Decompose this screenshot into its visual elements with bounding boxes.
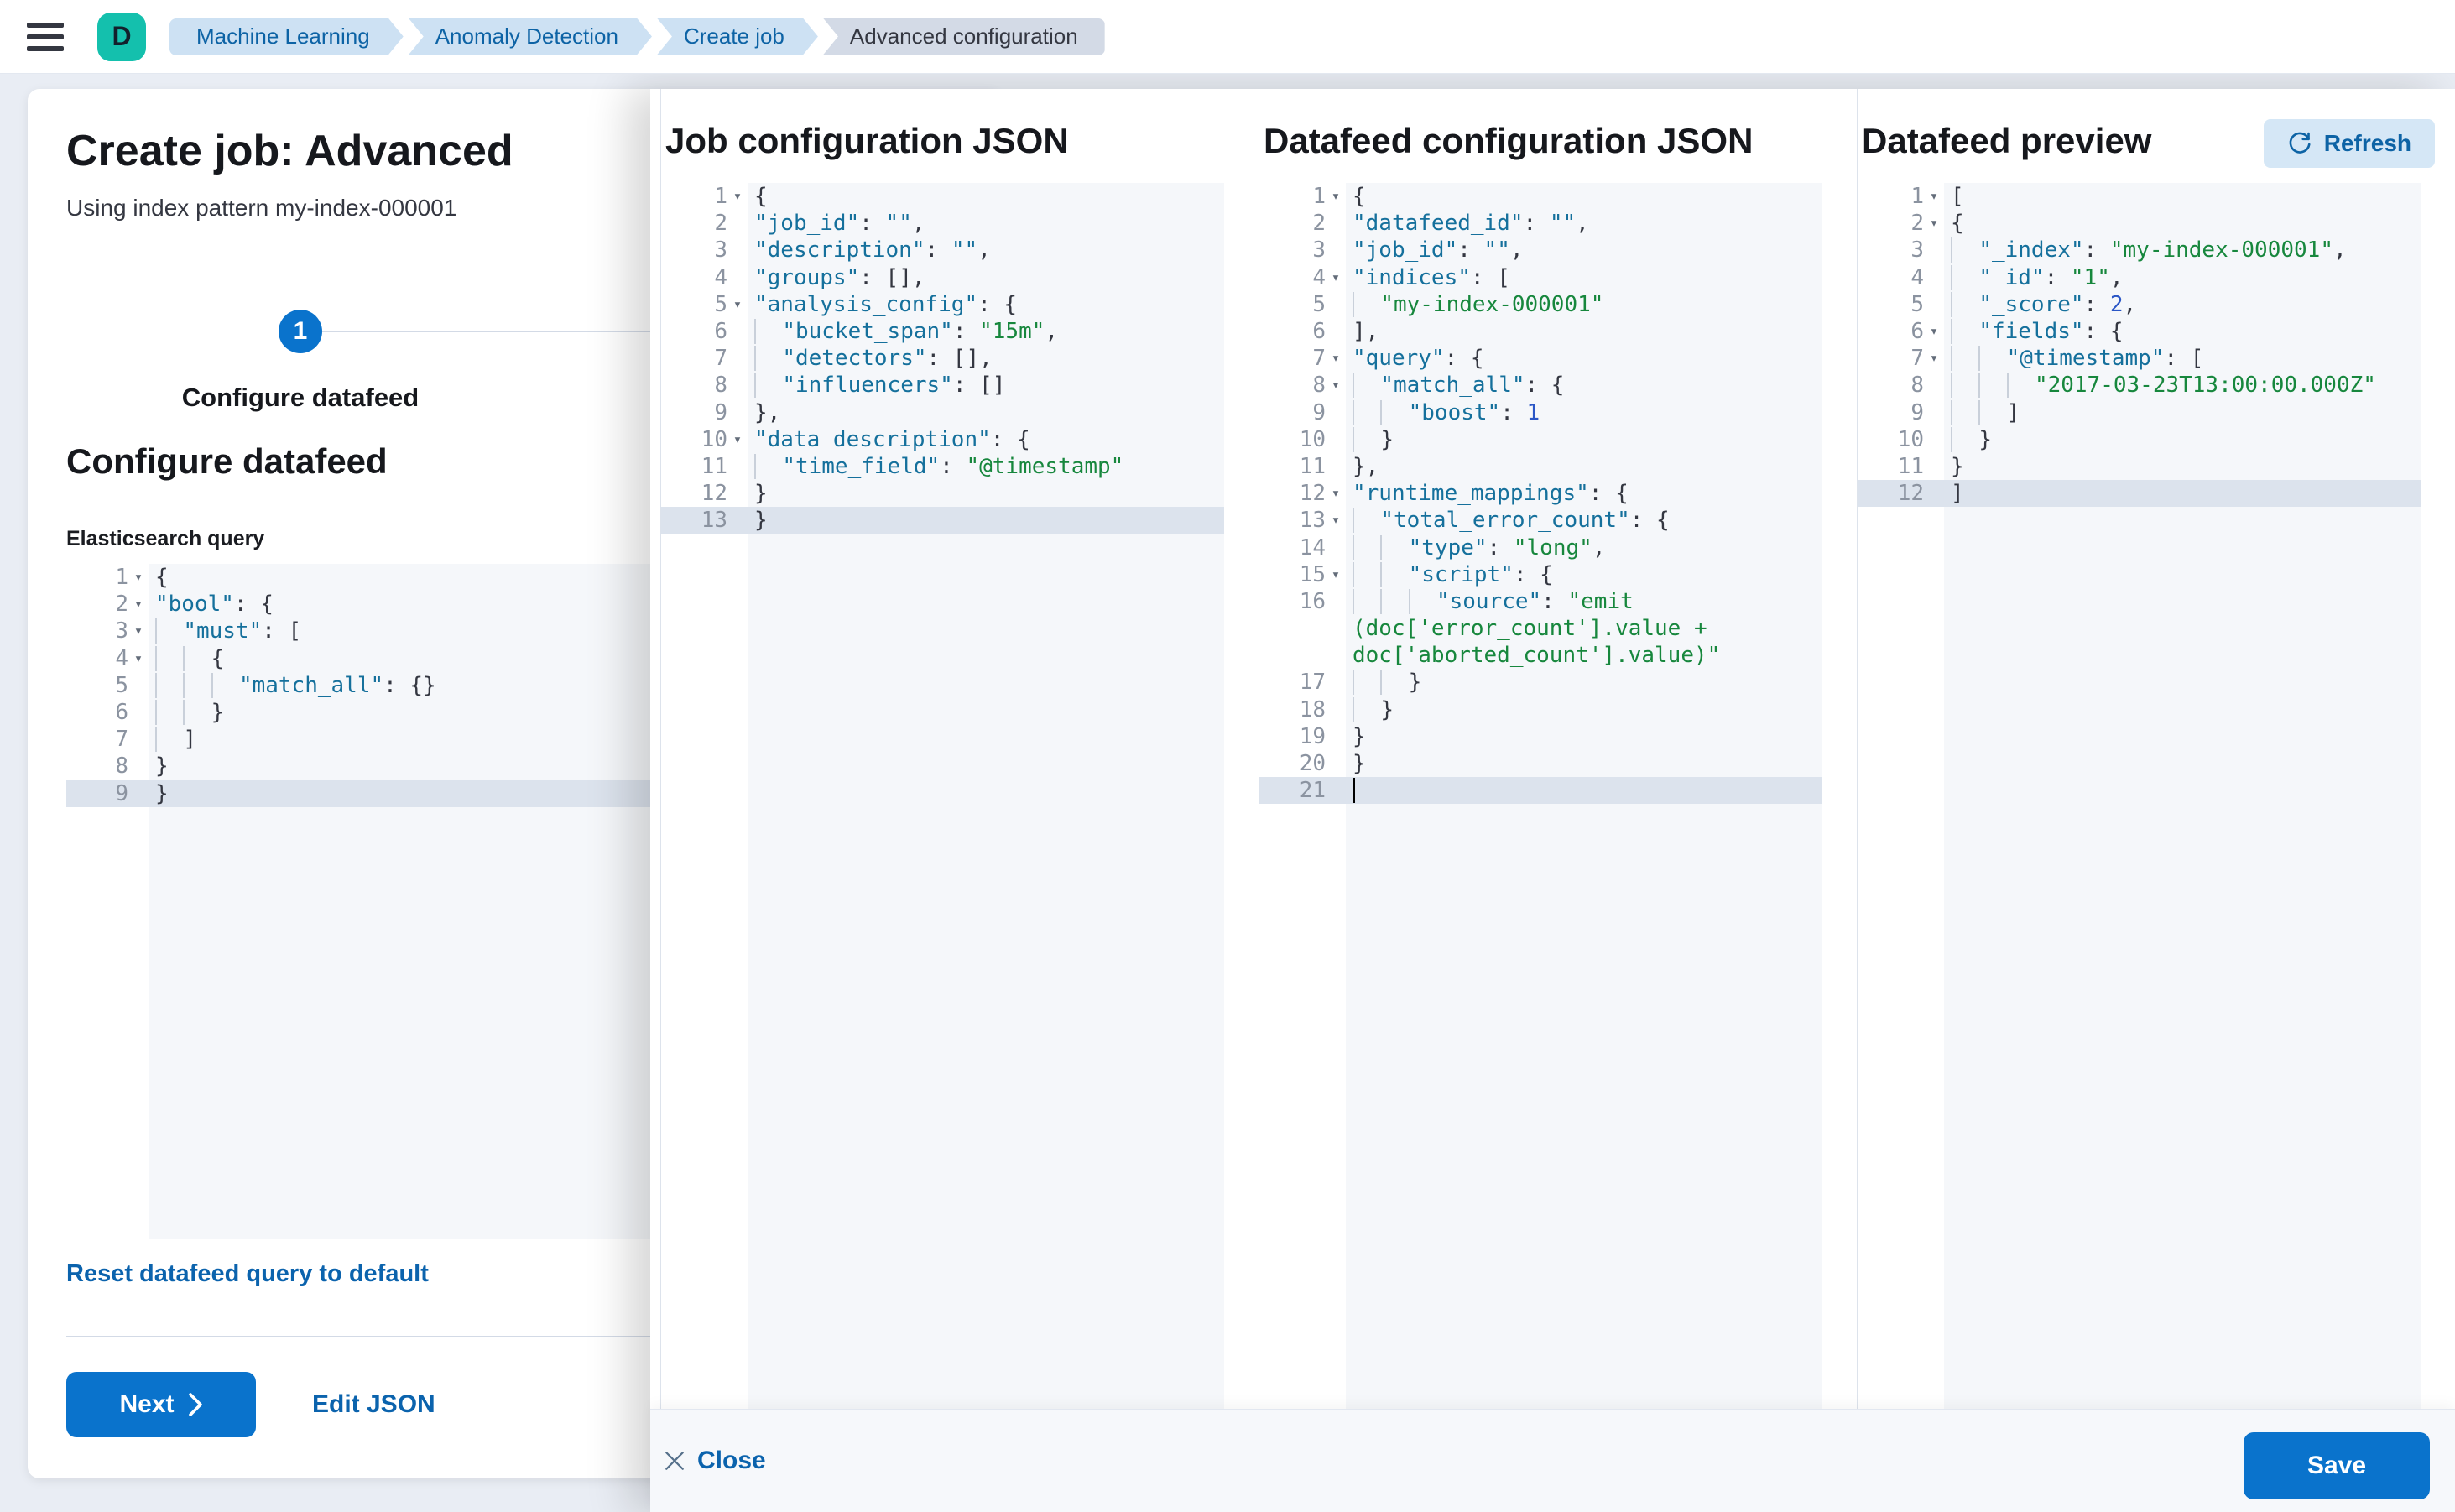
breadcrumb: Machine Learning Anomaly Detection Creat… xyxy=(169,18,1105,55)
elasticsearch-query-label: Elasticsearch query xyxy=(66,527,264,551)
close-icon xyxy=(664,1450,685,1472)
edit-json-flyout: Job configuration JSON 1▾{2 "job_id": ""… xyxy=(650,89,2455,1512)
avatar[interactable]: D xyxy=(97,13,146,61)
page-title: Create job: Advanced xyxy=(66,126,513,176)
breadcrumb-create-job[interactable]: Create job xyxy=(657,18,818,55)
save-button[interactable]: Save xyxy=(2244,1432,2430,1499)
breadcrumb-advanced-configuration: Advanced configuration xyxy=(823,18,1105,55)
datafeed-config-json-editor[interactable]: 1▾{2 "datafeed_id": "",3 "job_id": "",4▾… xyxy=(1259,183,1822,1409)
datafeed-preview-column: Datafeed preview Refresh 1▾[2▾ {3 "_inde… xyxy=(1857,89,2455,1409)
refresh-icon xyxy=(2287,131,2312,156)
job-config-column: Job configuration JSON 1▾{2 "job_id": ""… xyxy=(660,89,1259,1409)
breadcrumb-anomaly-detection[interactable]: Anomaly Detection xyxy=(409,18,652,55)
refresh-button[interactable]: Refresh xyxy=(2264,119,2435,168)
next-button[interactable]: Next xyxy=(66,1372,256,1437)
datafeed-preview-title: Datafeed preview xyxy=(1862,121,2151,161)
reset-datafeed-query-link[interactable]: Reset datafeed query to default xyxy=(66,1260,429,1288)
datafeed-config-column: Datafeed configuration JSON 1▾{2 "datafe… xyxy=(1259,89,1857,1409)
job-config-title: Job configuration JSON xyxy=(665,121,1069,161)
section-heading: Configure datafeed xyxy=(66,441,388,482)
close-button[interactable]: Close xyxy=(664,1447,766,1475)
flyout-footer: Close Save xyxy=(650,1409,2455,1512)
menu-icon[interactable] xyxy=(27,23,64,51)
page-subtitle: Using index pattern my-index-000001 xyxy=(66,195,456,222)
breadcrumb-machine-learning[interactable]: Machine Learning xyxy=(169,18,404,55)
datafeed-preview-editor[interactable]: 1▾[2▾ {3 "_index": "my-index-000001",4 "… xyxy=(1858,183,2421,1409)
datafeed-config-title: Datafeed configuration JSON xyxy=(1264,121,1753,161)
step-1-indicator[interactable]: 1 xyxy=(279,310,322,353)
top-header: D Machine Learning Anomaly Detection Cre… xyxy=(0,0,2455,74)
step-1-label: Configure datafeed xyxy=(133,383,468,413)
chevron-right-icon xyxy=(188,1393,203,1416)
edit-json-link[interactable]: Edit JSON xyxy=(312,1390,435,1419)
job-config-json-editor[interactable]: 1▾{2 "job_id": "",3 "description": "",4 … xyxy=(661,183,1224,1409)
